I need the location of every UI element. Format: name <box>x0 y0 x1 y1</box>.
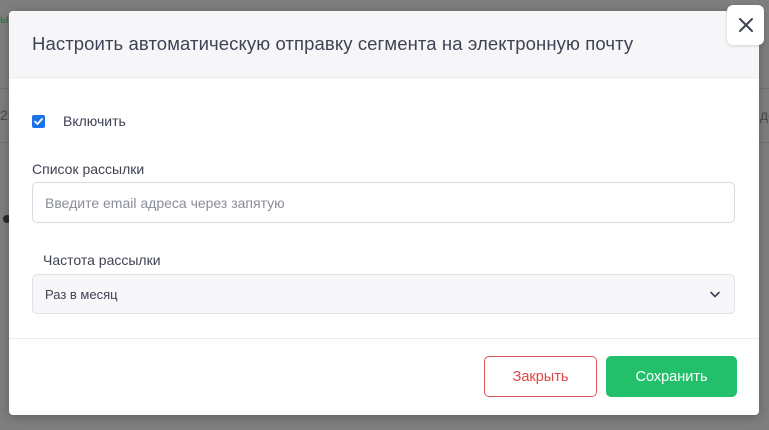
modal-title: Настроить автоматическую отправку сегмен… <box>32 33 634 54</box>
frequency-select[interactable]: Раз в месяц <box>32 274 735 314</box>
checkmark-icon <box>34 117 43 125</box>
enable-row: Включить <box>32 113 126 129</box>
enable-label: Включить <box>63 113 126 129</box>
chevron-down-icon <box>710 291 720 297</box>
mailing-list-label: Список рассылки <box>32 161 145 177</box>
modal-footer-divider <box>9 338 759 339</box>
background-text-fragment: ы <box>0 12 9 26</box>
frequency-selected-value: Раз в месяц <box>45 286 118 302</box>
modal-header: Настроить автоматическую отправку сегмен… <box>9 11 759 78</box>
enable-checkbox[interactable] <box>32 114 45 128</box>
close-button[interactable]: Закрыть <box>484 356 597 397</box>
modal-close-button[interactable] <box>727 5 764 45</box>
close-icon <box>738 18 753 32</box>
mailing-list-placeholder: Введите email адреса через запятую <box>45 194 285 211</box>
mailing-list-input[interactable]: Введите email адреса через запятую <box>32 182 735 223</box>
background-text-fragment: де <box>760 107 769 123</box>
frequency-label: Частота рассылки <box>43 252 161 268</box>
save-button[interactable]: Сохранить <box>606 356 737 397</box>
